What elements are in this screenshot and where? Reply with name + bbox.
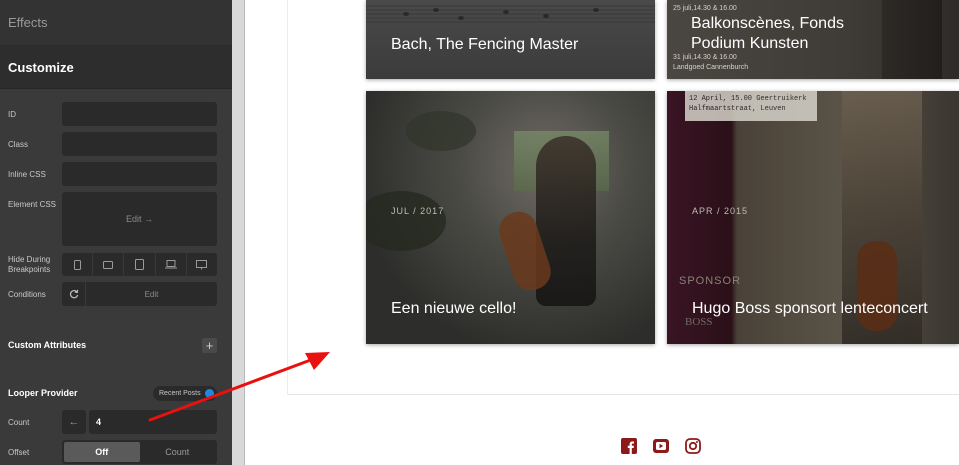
customize-label: Customize [8, 59, 74, 75]
conditions-edit-label: Edit [144, 289, 159, 299]
conditions-edit-button[interactable]: Edit [86, 282, 217, 306]
poster-line-3: Landgoed Cannenburch [673, 64, 749, 71]
class-label: Class [8, 140, 29, 149]
arrow-left-icon: ← [68, 416, 80, 428]
refresh-icon [69, 289, 78, 299]
phone-landscape-icon [103, 260, 114, 269]
post-title: Hugo Boss sponsort lenteconcert [692, 300, 928, 317]
post-title: Bach, The Fencing Master [391, 36, 579, 53]
instagram-icon[interactable] [685, 438, 701, 454]
breakpoint-sm-button[interactable] [93, 253, 125, 276]
effects-label: Effects [8, 15, 48, 30]
hide-breakpoints-label: Hide During Breakpoints [8, 255, 50, 275]
sponsor-label: SPONSOR [679, 275, 742, 287]
post-tile-cello[interactable]: JUL / 2017 Een nieuwe cello! [366, 91, 655, 344]
conditions-control: Edit [62, 282, 217, 306]
id-input[interactable] [62, 102, 217, 126]
tablet-icon [135, 259, 144, 270]
offset-count-option[interactable]: Count [140, 442, 216, 462]
id-label: ID [8, 110, 16, 119]
leaf-shape [406, 111, 476, 151]
conditions-label: Conditions [8, 290, 46, 299]
plus-icon: + [205, 338, 214, 353]
count-label: Count [8, 418, 30, 427]
count-back-button[interactable]: ← [62, 410, 86, 434]
offset-toggle: Off Count [62, 440, 217, 464]
poster-line-2: 31 juli,14.30 & 16.00 [673, 54, 737, 61]
hide-label-line2: Breakpoints [8, 265, 51, 274]
youtube-icon[interactable] [653, 438, 669, 454]
offset-off-option[interactable]: Off [64, 442, 140, 462]
leaf-shape [366, 191, 446, 251]
class-input[interactable] [62, 132, 217, 156]
facebook-icon[interactable] [621, 438, 637, 454]
looper-provider-title: Looper Provider [8, 388, 78, 398]
breakpoint-xs-button[interactable] [62, 253, 94, 276]
phone-icon [73, 259, 81, 270]
poster-overlay-text: 25 juli,14.30 & 16.00 [673, 4, 737, 13]
element-css-edit-label: Edit → [125, 214, 153, 224]
breakpoint-lg-button[interactable] [156, 253, 187, 276]
element-css-edit-button[interactable]: Edit → [62, 192, 217, 246]
post-tile-hugo-boss[interactable]: 12 April, 15.00 Geertruikerk Halfmaartst… [667, 91, 959, 344]
preview-edge [244, 0, 245, 465]
post-date: APR / 2015 [692, 206, 749, 216]
post-date: JUL / 2017 [391, 206, 445, 216]
status-dot-icon [205, 389, 214, 398]
inline-css-label: Inline CSS [8, 170, 46, 179]
customize-section-header[interactable]: Customize [0, 46, 232, 89]
breakpoints-toggle-group [62, 253, 217, 276]
breakpoint-md-button[interactable] [124, 253, 156, 276]
poster-line: Halfmaartstraat, Leuven [689, 105, 786, 113]
element-css-label: Element CSS [8, 200, 57, 209]
post-title: Een nieuwe cello! [391, 300, 517, 317]
looper-provider-select[interactable]: Recent Posts [153, 386, 217, 401]
inline-css-input[interactable] [62, 162, 217, 186]
poster-line: 25 juli,14.30 & 16.00 [673, 5, 737, 12]
concert-poster: 12 April, 15.00 Geertruikerk Halfmaartst… [685, 91, 817, 121]
hide-label-line1: Hide During [8, 255, 51, 264]
desktop-icon [196, 259, 208, 269]
inspector-panel: Effects Customize ID Class Inline CSS El… [0, 0, 232, 465]
add-attribute-button[interactable]: + [202, 338, 217, 353]
page: Effects Customize ID Class Inline CSS El… [0, 0, 959, 465]
post-tile-bach[interactable]: Bach, The Fencing Master [366, 0, 655, 79]
looper-provider-value: Recent Posts [159, 390, 201, 397]
poster-line: 12 April, 15.00 Geertruikerk [689, 95, 807, 103]
laptop-icon [164, 260, 177, 269]
offset-label: Offset [8, 448, 30, 457]
post-tile-balkonscenes[interactable]: 25 juli,14.30 & 16.00 31 juli,14.30 & 16… [667, 0, 959, 79]
custom-attributes-title: Custom Attributes [8, 340, 87, 350]
post-title: Balkonscènes, Fonds Podium Kunsten [691, 15, 844, 52]
conditions-reset-button[interactable] [62, 282, 86, 306]
count-input[interactable]: 4 [89, 410, 217, 434]
breakpoint-xl-button[interactable] [187, 253, 217, 276]
effects-section-header[interactable]: Effects [0, 0, 232, 46]
